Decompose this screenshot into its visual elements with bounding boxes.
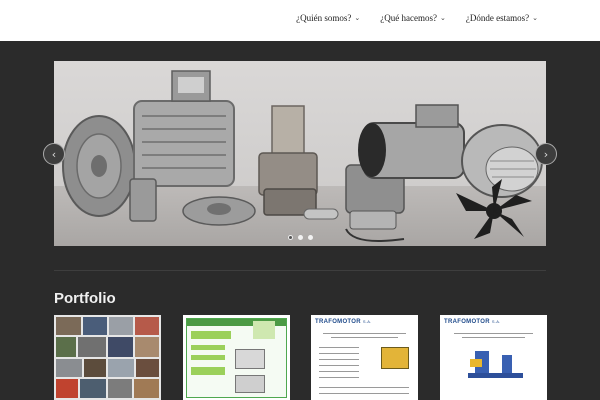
main-nav: ¿Quién somos? ⌄ ¿Qué hacemos? ⌄ ¿Dónde e… (296, 13, 538, 23)
slider-next-button[interactable]: › (535, 143, 557, 165)
slider-pagination (288, 235, 313, 240)
document-line (319, 359, 359, 360)
brand-suffix: S.A. (491, 319, 501, 324)
brand-logo: TRAFOMOTOR S.A. (444, 319, 501, 325)
chevron-down-icon: ⌄ (354, 14, 361, 22)
machine-photo (468, 373, 523, 378)
machine-photo (235, 349, 265, 369)
machine-photo (235, 375, 265, 393)
portfolio-thumbnail-collage (54, 315, 161, 400)
nav-item-donde-estamos[interactable]: ¿Dónde estamos? ⌄ (466, 13, 538, 23)
document-line (319, 371, 359, 372)
portfolio-item[interactable]: TRAFOMOTOR S.A. (440, 315, 547, 400)
portfolio-item[interactable] (54, 315, 161, 400)
document-line (319, 393, 409, 394)
machine-photo (381, 347, 409, 369)
slide-image-electric-motors (62, 70, 543, 242)
slider-prev-button[interactable]: ‹ (43, 143, 65, 165)
document-line (319, 387, 409, 388)
nav-item-quien-somos[interactable]: ¿Quién somos? ⌄ (296, 13, 360, 23)
chevron-right-icon: › (543, 147, 549, 161)
machine-photo (470, 359, 482, 367)
sheet-green-block (191, 345, 225, 350)
document-line (454, 333, 533, 334)
machine-photo (502, 355, 512, 373)
sheet-green-block (191, 331, 231, 339)
document-line (319, 347, 359, 348)
section-divider (54, 270, 546, 271)
brand-name: TRAFOMOTOR (315, 319, 361, 325)
nav-item-label: ¿Qué hacemos? (380, 13, 438, 23)
portfolio-item[interactable] (183, 315, 290, 400)
sheet-green-block (191, 355, 225, 360)
slider-dot[interactable] (298, 235, 303, 240)
chevron-down-icon: ⌄ (440, 14, 446, 22)
document-line (331, 337, 398, 338)
brand-logo: TRAFOMOTOR S.A. (315, 319, 372, 325)
document-line (319, 365, 359, 366)
chevron-left-icon: ‹ (51, 147, 57, 161)
nav-item-label: ¿Dónde estamos? (465, 13, 530, 23)
brand-suffix: S.A. (362, 319, 372, 324)
sheet-green-block (191, 367, 225, 375)
nav-item-label: ¿Quién somos? (296, 13, 352, 23)
slider-dot[interactable] (288, 235, 293, 240)
document-line (462, 337, 525, 338)
document-line (319, 353, 359, 354)
brand-name: TRAFOMOTOR (444, 319, 490, 325)
sheet-green-block (253, 321, 275, 339)
portfolio-heading: Portfolio (54, 290, 116, 307)
portfolio-item[interactable]: TRAFOMOTOR S.A. (311, 315, 418, 400)
chevron-down-icon: ⌄ (532, 14, 538, 22)
hero-slider (54, 61, 546, 246)
motor-body-image (133, 100, 235, 187)
document-line (323, 333, 406, 334)
site-header: ¿Quién somos? ⌄ ¿Qué hacemos? ⌄ ¿Dónde e… (0, 0, 600, 41)
nav-item-que-hacemos[interactable]: ¿Qué hacemos? ⌄ (380, 13, 446, 23)
document-line (319, 377, 359, 378)
slider-dot[interactable] (308, 235, 313, 240)
